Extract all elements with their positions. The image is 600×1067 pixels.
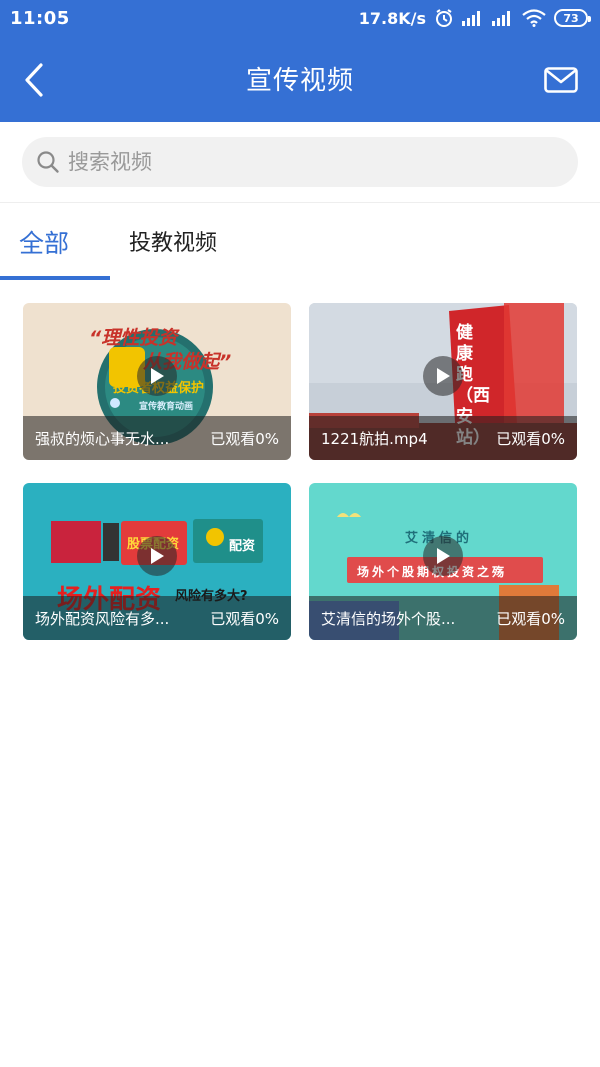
tab-all[interactable]: 全部 xyxy=(19,224,69,260)
video-card[interactable]: “理性投资 从我做起” 投资者权益保护 宣传教育动画 强叔的烦心事无水... 已… xyxy=(23,303,291,460)
search-icon xyxy=(37,151,59,173)
wifi-icon xyxy=(522,9,546,27)
alarm-icon xyxy=(436,9,452,27)
mail-icon xyxy=(544,67,578,93)
play-icon xyxy=(151,367,164,384)
video-card[interactable]: 健康跑（西安站） 1221航拍.mp4 已观看0% xyxy=(309,303,577,460)
play-icon xyxy=(151,547,164,564)
video-caption: 1221航拍.mp4 已观看0% xyxy=(309,416,577,460)
watch-progress: 已观看0% xyxy=(210,429,279,448)
thumb-text: 配资 xyxy=(229,539,256,554)
thumb-text: 宣传教育动画 xyxy=(139,402,194,412)
play-button[interactable] xyxy=(137,355,177,396)
watch-progress: 已观看0% xyxy=(496,429,565,448)
search-input[interactable] xyxy=(68,150,548,174)
video-card[interactable]: 股票配资 配资 场外配资 风险有多大? 场外配资风险有多... 已观看0% xyxy=(23,483,291,640)
tab-indicator xyxy=(0,276,110,280)
tab-investor-education[interactable]: 投教视频 xyxy=(129,225,217,257)
video-title: 艾清信的场外个股... xyxy=(321,609,456,628)
video-caption: 强叔的烦心事无水... 已观看0% xyxy=(23,416,291,460)
network-speed: 17.8K/s xyxy=(358,8,426,28)
play-icon xyxy=(437,367,450,384)
status-icons: 17.8K/s 73 xyxy=(358,8,591,28)
video-card[interactable]: 艾清信的 场外个股期权投资之殇 艾清信的场外个股... 已观看0% xyxy=(309,483,577,640)
video-title: 1221航拍.mp4 xyxy=(321,429,428,448)
watch-progress: 已观看0% xyxy=(210,609,279,628)
video-title: 强叔的烦心事无水... xyxy=(35,429,170,448)
search-bar[interactable] xyxy=(22,137,578,187)
play-button[interactable] xyxy=(423,535,463,576)
header: 11:05 17.8K/s 73 宣传视频 xyxy=(0,0,600,122)
play-button[interactable] xyxy=(423,355,463,396)
video-caption: 艾清信的场外个股... 已观看0% xyxy=(309,596,577,640)
app-bar: 宣传视频 xyxy=(0,36,600,122)
signal-icon-2 xyxy=(492,11,510,26)
status-bar: 11:05 17.8K/s 73 xyxy=(0,0,600,36)
play-button[interactable] xyxy=(137,535,177,576)
thumb-text: “理性投资 xyxy=(89,327,178,349)
signal-icon xyxy=(462,11,480,26)
page-title: 宣传视频 xyxy=(245,66,354,96)
tab-bar: 全部 投教视频 xyxy=(0,203,600,281)
watch-progress: 已观看0% xyxy=(496,609,565,628)
video-title: 场外配资风险有多... xyxy=(35,609,170,628)
status-time: 11:05 xyxy=(10,7,70,29)
video-caption: 场外配资风险有多... 已观看0% xyxy=(23,596,291,640)
play-icon xyxy=(437,547,450,564)
mail-button[interactable] xyxy=(542,62,580,98)
battery-icon: 73 xyxy=(554,9,591,27)
